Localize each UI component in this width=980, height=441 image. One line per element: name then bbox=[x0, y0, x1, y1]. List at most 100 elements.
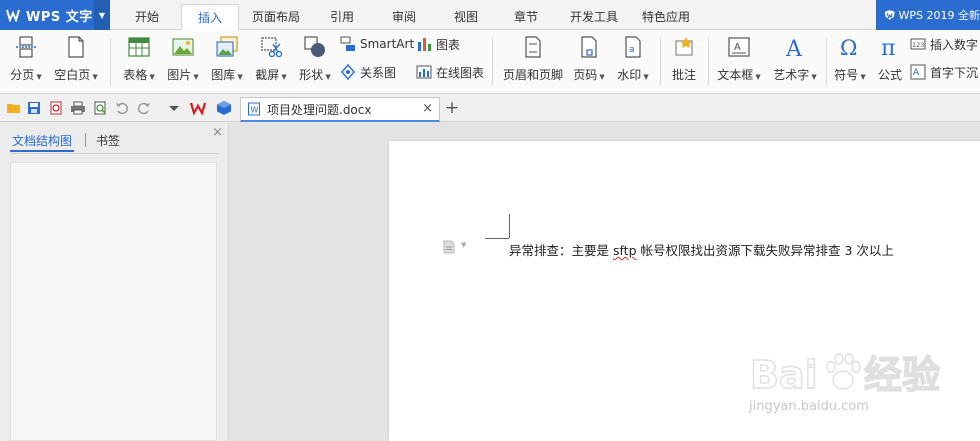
number-icon: 123 bbox=[910, 38, 926, 50]
close-tab-icon[interactable]: × bbox=[422, 101, 433, 116]
page-break-button[interactable]: 分页 ▼ bbox=[8, 34, 44, 90]
svg-text:123: 123 bbox=[912, 41, 924, 49]
undo-icon[interactable] bbox=[114, 100, 130, 116]
active-tab-indicator bbox=[10, 150, 74, 152]
tab-bookmarks[interactable]: 书签 bbox=[96, 132, 120, 149]
picture-button[interactable]: 图片 ▼ bbox=[164, 34, 202, 90]
svg-text:W: W bbox=[251, 106, 259, 115]
wordart-icon: A bbox=[785, 37, 803, 59]
margin-marker bbox=[485, 238, 509, 239]
table-button[interactable]: 表格 ▼ bbox=[120, 34, 158, 90]
cloud-cube-icon[interactable] bbox=[216, 100, 232, 116]
menu-tab-bar: WPS 文字 ▼ 开始 插入 页面布局 引用 审阅 视图 章节 开发工具 特色应… bbox=[0, 0, 980, 31]
tab-references[interactable]: 引用 bbox=[318, 4, 366, 30]
textbox-label: 文本框 bbox=[717, 68, 754, 82]
header-footer-label: 页眉和页脚 bbox=[502, 68, 563, 82]
tab-page-layout[interactable]: 页面布局 bbox=[246, 4, 306, 30]
spellcheck-error-word[interactable]: sftp bbox=[613, 243, 637, 258]
picture-icon bbox=[172, 38, 194, 56]
pane-divider bbox=[10, 153, 218, 154]
pi-icon: π bbox=[881, 36, 895, 59]
relation-chart-button[interactable]: 关系图 bbox=[340, 62, 396, 82]
page-number-label: 页码 bbox=[573, 68, 598, 82]
chevron-down-icon: ▼ bbox=[755, 73, 761, 81]
gallery-button[interactable]: 图库 ▼ bbox=[208, 34, 246, 90]
document-tab[interactable]: W 项目处理问题.docx × bbox=[240, 97, 440, 122]
omega-icon: Ω bbox=[840, 36, 857, 59]
scissors-icon bbox=[261, 37, 283, 58]
chevron-down-icon: ▼ bbox=[149, 73, 155, 81]
document-paragraph[interactable]: 异常排查：主要是 sftp 帐号权限找出资源下载失败异常排查 3 次以上 bbox=[509, 240, 894, 259]
screenshot-button[interactable]: 截屏 ▼ bbox=[252, 34, 290, 90]
paragraph-text: 帐号权限找出资源下载失败异常排查 3 次以上 bbox=[636, 243, 894, 258]
margin-marker bbox=[509, 214, 510, 238]
smartart-button[interactable]: SmartArt bbox=[340, 34, 414, 54]
close-pane-icon[interactable]: × bbox=[212, 125, 223, 140]
chart-label: 图表 bbox=[436, 37, 461, 52]
insert-number-button[interactable]: 123 插入数字 bbox=[910, 34, 978, 54]
online-chart-icon bbox=[416, 65, 432, 79]
export-pdf-icon[interactable] bbox=[48, 100, 64, 116]
open-folder-icon[interactable] bbox=[6, 100, 22, 116]
svg-text:A: A bbox=[785, 37, 803, 59]
tab-document-map[interactable]: 文档结构图 bbox=[12, 132, 72, 149]
chart-button[interactable]: 图表 bbox=[416, 34, 460, 54]
paragraph-handle-dropdown-icon[interactable]: ▼ bbox=[461, 241, 466, 249]
tab-review[interactable]: 审阅 bbox=[380, 4, 428, 30]
comment-button[interactable]: 批注 bbox=[666, 34, 702, 90]
page-number-icon bbox=[581, 36, 597, 58]
svg-text:Ω: Ω bbox=[840, 36, 857, 59]
document-map-content[interactable] bbox=[10, 162, 217, 441]
drop-cap-icon: A bbox=[910, 64, 926, 80]
wps-w-icon[interactable] bbox=[190, 100, 206, 116]
relation-chart-label: 关系图 bbox=[360, 65, 397, 80]
app-menu-dropdown-icon[interactable]: ▼ bbox=[94, 0, 110, 30]
svg-text:A: A bbox=[913, 68, 920, 78]
page-break-icon bbox=[16, 36, 36, 58]
customize-dropdown-icon[interactable] bbox=[166, 100, 182, 116]
watermark-icon: a bbox=[625, 36, 641, 58]
header-footer-button[interactable]: 页眉和页脚 bbox=[500, 34, 566, 90]
blank-page-button[interactable]: 空白页 ▼ bbox=[52, 34, 100, 90]
app-menu-button[interactable]: WPS 文字 ▼ bbox=[0, 0, 110, 30]
symbol-button[interactable]: Ω 符号 ▼ bbox=[832, 34, 868, 90]
chevron-down-icon: ▼ bbox=[193, 73, 199, 81]
ribbon-divider bbox=[826, 38, 827, 86]
chevron-down-icon: ▼ bbox=[811, 73, 817, 81]
new-tab-button[interactable]: + bbox=[444, 97, 460, 119]
textbox-button[interactable]: A 文本框 ▼ bbox=[716, 34, 762, 90]
tab-view[interactable]: 视图 bbox=[442, 4, 490, 30]
tab-special-apps[interactable]: 特色应用 bbox=[634, 4, 698, 30]
ribbon-divider bbox=[708, 38, 709, 86]
gallery-label: 图库 bbox=[211, 68, 236, 82]
wps-2019-banner[interactable]: WPS 2019 全新 bbox=[876, 0, 980, 30]
redo-icon[interactable] bbox=[136, 100, 152, 116]
paragraph-handle-icon[interactable] bbox=[442, 240, 456, 254]
formula-button[interactable]: π 公式 bbox=[874, 34, 906, 90]
svg-text:经验: 经验 bbox=[864, 353, 940, 397]
drop-cap-button[interactable]: A 首字下沉 bbox=[910, 62, 978, 82]
tab-insert[interactable]: 插入 bbox=[181, 4, 239, 31]
tab-chapter[interactable]: 章节 bbox=[502, 4, 550, 30]
bar-chart-icon bbox=[418, 38, 431, 51]
save-icon[interactable] bbox=[26, 100, 42, 116]
print-icon[interactable] bbox=[70, 100, 86, 116]
print-preview-icon[interactable] bbox=[92, 100, 108, 116]
wordart-button[interactable]: A 艺术字 ▼ bbox=[770, 34, 820, 90]
insert-ribbon: 分页 ▼ 空白页 ▼ 表格 ▼ 图片 ▼ 图库 ▼ 截屏 ▼ 形状 ▼ Smar… bbox=[0, 30, 980, 94]
watermark-label: 水印 bbox=[617, 68, 642, 82]
paragraph-text: 异常排查：主要是 bbox=[509, 243, 613, 258]
online-chart-label: 在线图表 bbox=[436, 65, 485, 80]
watermark-button[interactable]: a 水印 ▼ bbox=[614, 34, 652, 90]
chevron-down-icon: ▼ bbox=[325, 73, 331, 81]
chevron-down-icon: ▼ bbox=[237, 73, 243, 81]
chevron-down-icon: ▼ bbox=[281, 73, 287, 81]
online-chart-button[interactable]: 在线图表 bbox=[416, 62, 484, 82]
wordart-label: 艺术字 bbox=[773, 68, 810, 82]
page-number-button[interactable]: 页码 ▼ bbox=[570, 34, 608, 90]
baidu-jingyan-watermark: Bai 经验 jingyan.baidu.com bbox=[748, 352, 941, 414]
shape-button[interactable]: 形状 ▼ bbox=[296, 34, 334, 90]
symbol-label: 符号 bbox=[834, 68, 859, 82]
tab-home[interactable]: 开始 bbox=[122, 4, 172, 30]
tab-developer[interactable]: 开发工具 bbox=[562, 4, 626, 30]
